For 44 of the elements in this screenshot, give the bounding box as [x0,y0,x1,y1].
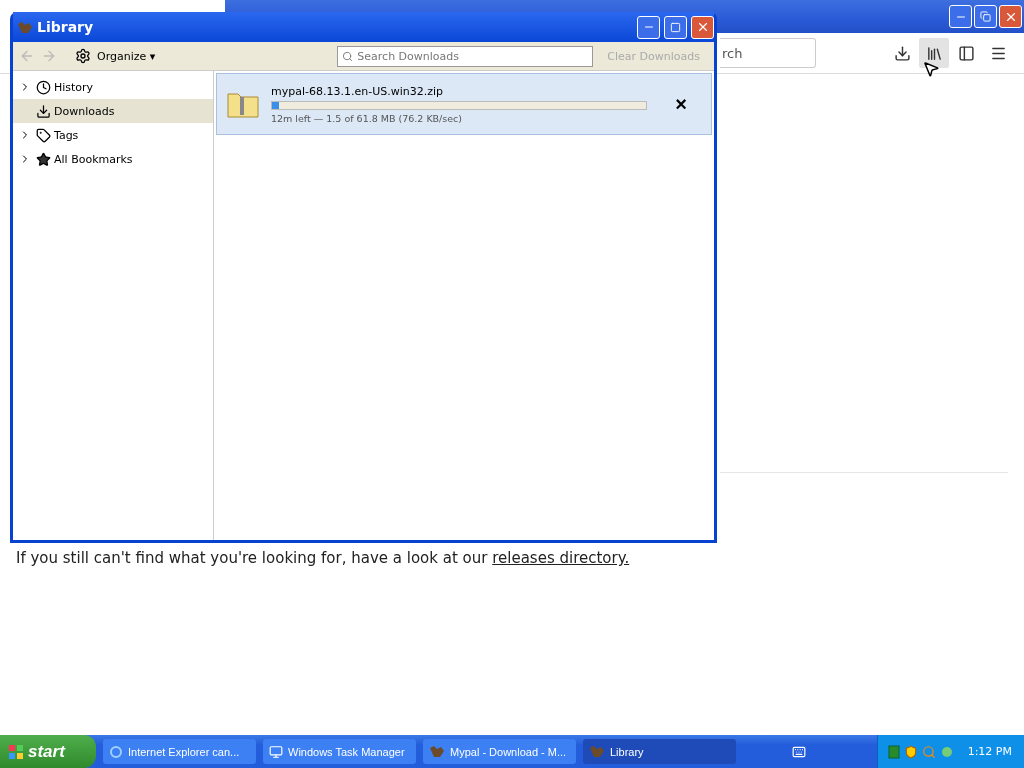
start-button[interactable]: start [0,735,96,768]
clock-icon [36,79,51,95]
taskbar-button[interactable]: Windows Task Manager [263,739,416,764]
sidebar-icon [957,44,975,62]
monitor-icon [269,744,283,759]
organize-menu[interactable]: Organize ▾ [75,48,156,64]
taskbar-button[interactable]: Library [583,739,736,764]
windows-logo-icon [8,743,24,760]
sidebar-item[interactable]: Tags [13,123,213,147]
toolbar-button[interactable] [919,38,949,68]
taskbar-button[interactable]: Internet Explorer can... [103,739,256,764]
gear-icon [75,48,91,64]
releases-link[interactable]: releases directory. [492,549,630,567]
star-icon [36,151,51,167]
close-button[interactable] [999,5,1022,28]
minimize-button[interactable] [949,5,972,28]
download-status: 12m left — 1.5 of 61.8 MB (76.2 KB/sec) [271,112,464,124]
close-button[interactable] [691,15,714,39]
minimize-button[interactable] [637,15,660,39]
file-name: mypal-68.13.1.en-US.win32.zip [271,84,445,98]
window-title: Library [37,19,95,35]
maximize-button[interactable] [664,15,687,39]
mouse-cursor [922,60,940,78]
search-field[interactable]: rch [720,38,816,68]
search-icon [342,50,354,62]
restore-icon [980,11,991,22]
download-item[interactable]: mypal-68.13.1.en-US.win32.zip 12m left — 1.5 of 61.8 MB (76.2 KB/sec) × [216,73,712,135]
sidebar-item[interactable]: All Bookmarks [13,147,213,171]
sidebar-item[interactable]: History [13,75,213,99]
tag-icon [36,127,51,143]
help-text: If you still can't find what you're looking for, have a look at our releases directory. [16,549,631,567]
clock: 1:12 PM [967,745,1012,758]
zip-folder-icon [227,90,259,118]
sidebar-item[interactable]: Downloads [13,99,213,123]
keyboard-icon[interactable] [792,744,807,759]
maximize-icon [670,21,681,33]
search-field[interactable]: Search Downloads [337,45,594,67]
download-icon [893,44,911,62]
restore-button[interactable] [974,5,997,28]
shield-icon[interactable] [903,744,918,759]
library-icon [925,44,943,62]
cancel-button[interactable]: × [661,92,701,116]
download-icon [36,103,51,119]
taskbar-button[interactable]: Mypal - Download - M... [423,739,576,764]
